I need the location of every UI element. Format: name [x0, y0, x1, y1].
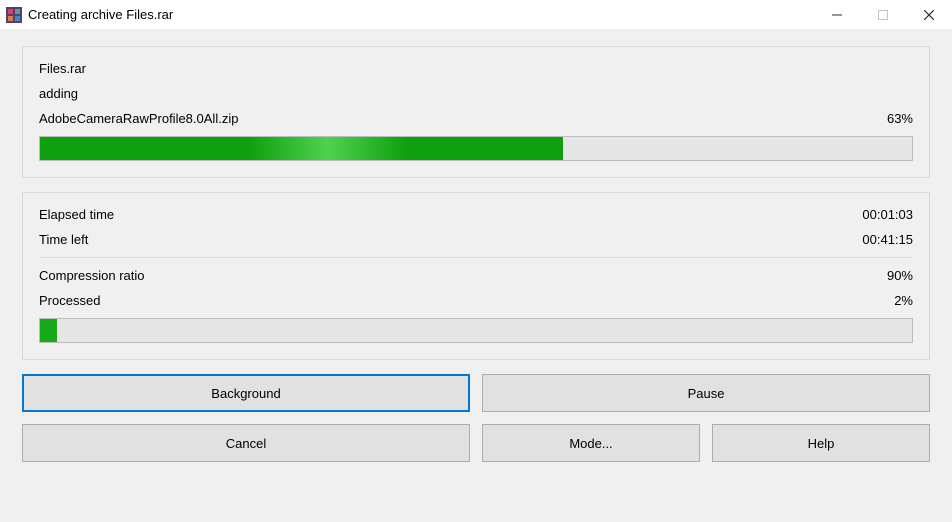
- stats-divider: [39, 257, 913, 258]
- file-percent: 63%: [887, 111, 913, 126]
- minimize-button[interactable]: [814, 0, 860, 30]
- button-row-2-right: Mode... Help: [482, 424, 930, 462]
- window-controls: [814, 0, 952, 30]
- time-left-label: Time left: [39, 232, 88, 247]
- file-progress-fill: [40, 137, 563, 160]
- background-button[interactable]: Background: [22, 374, 470, 412]
- archive-name: Files.rar: [39, 61, 86, 76]
- processed-value: 2%: [894, 293, 913, 308]
- app-icon: [6, 7, 22, 23]
- stats-panel: Elapsed time 00:01:03 Time left 00:41:15…: [22, 192, 930, 360]
- compression-ratio-label: Compression ratio: [39, 268, 145, 283]
- cancel-button[interactable]: Cancel: [22, 424, 470, 462]
- mode-button[interactable]: Mode...: [482, 424, 700, 462]
- elapsed-time-value: 00:01:03: [862, 207, 913, 222]
- elapsed-time-label: Elapsed time: [39, 207, 114, 222]
- processed-label: Processed: [39, 293, 100, 308]
- pause-button[interactable]: Pause: [482, 374, 930, 412]
- file-progress-bar: [39, 136, 913, 161]
- status-label: adding: [39, 86, 78, 101]
- button-row-1: Background Pause Cancel Mode... Help: [22, 374, 930, 462]
- close-button[interactable]: [906, 0, 952, 30]
- help-button[interactable]: Help: [712, 424, 930, 462]
- total-progress-bar: [39, 318, 913, 343]
- compression-ratio-value: 90%: [887, 268, 913, 283]
- client-area: Files.rar adding AdobeCameraRawProfile8.…: [0, 30, 952, 522]
- current-file-name: AdobeCameraRawProfile8.0All.zip: [39, 111, 238, 126]
- total-progress-fill: [40, 319, 57, 342]
- maximize-button[interactable]: [860, 0, 906, 30]
- titlebar: Creating archive Files.rar: [0, 0, 952, 30]
- time-left-value: 00:41:15: [862, 232, 913, 247]
- window-title: Creating archive Files.rar: [28, 7, 814, 22]
- current-file-panel: Files.rar adding AdobeCameraRawProfile8.…: [22, 46, 930, 178]
